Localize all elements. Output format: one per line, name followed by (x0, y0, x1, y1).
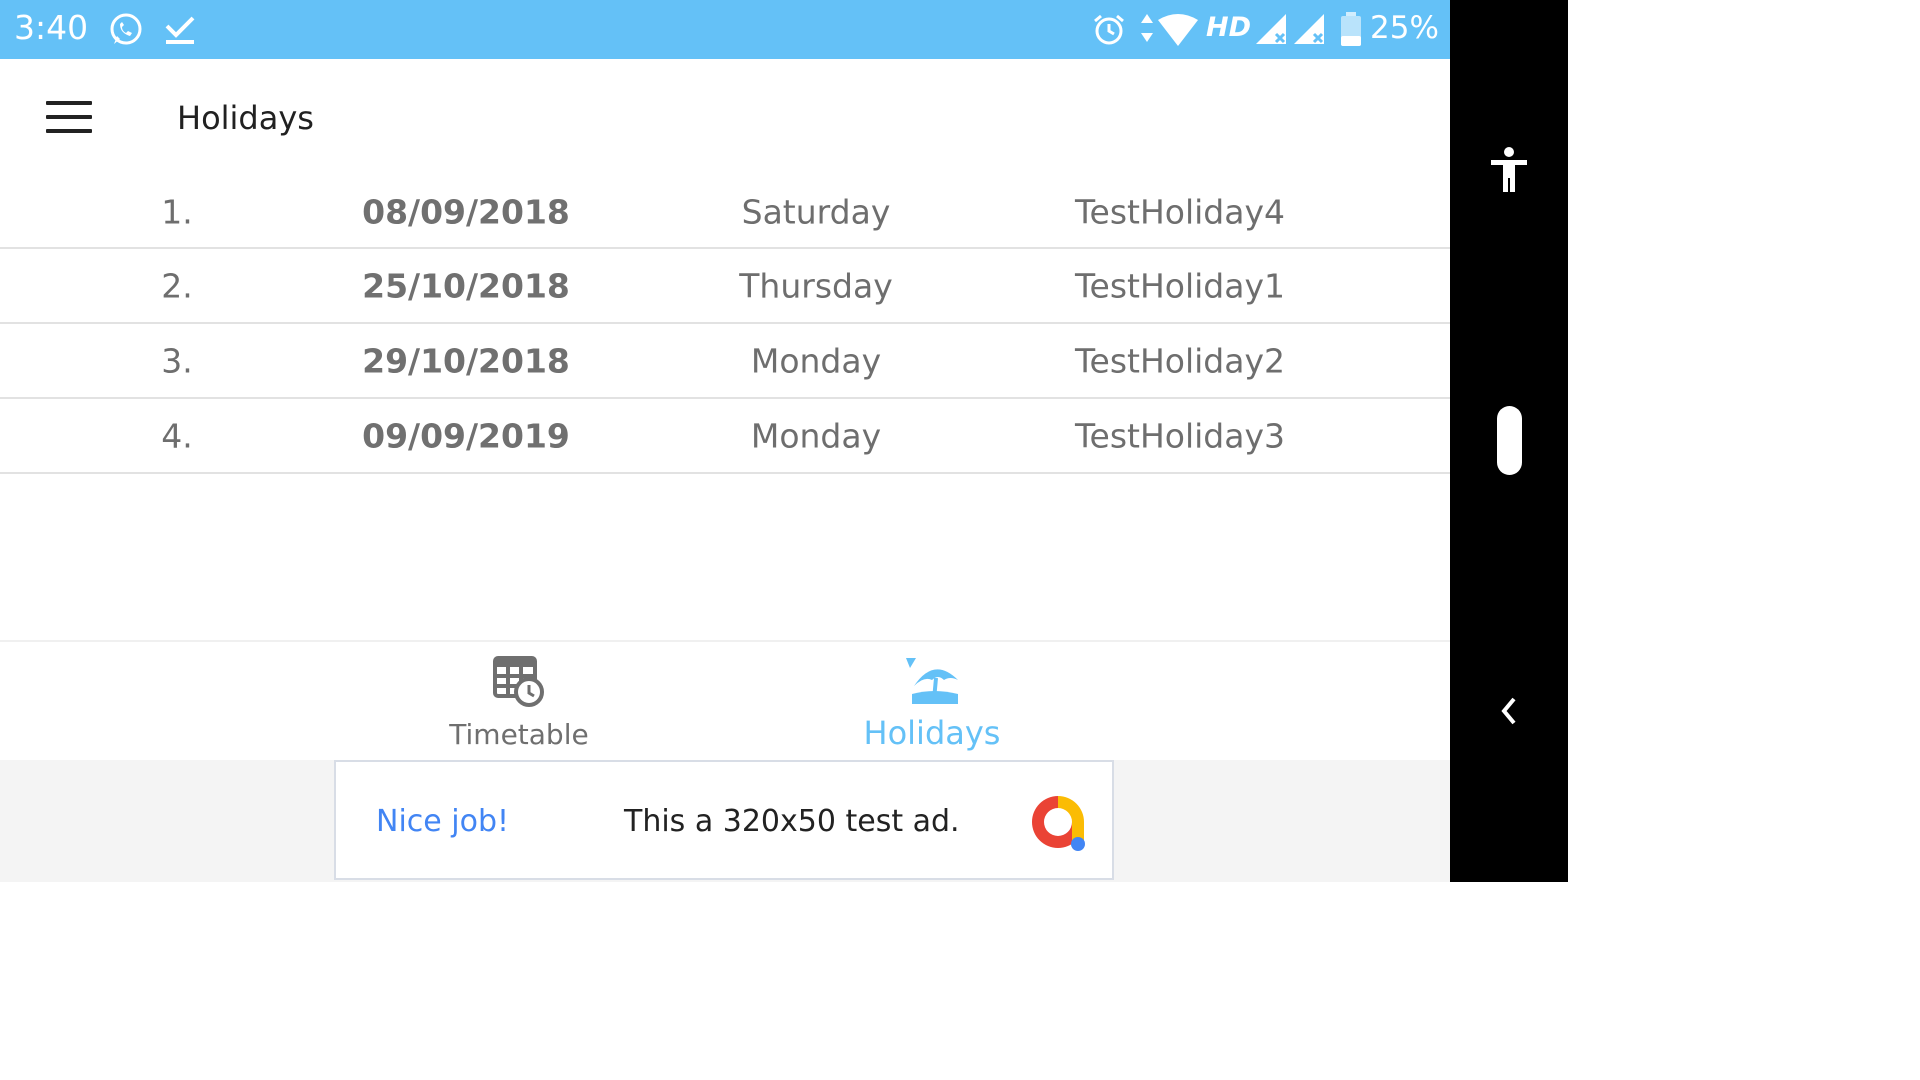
table-row[interactable]: 2. 25/10/2018 Thursday TestHoliday1 (0, 249, 1450, 324)
signal-icon (1256, 14, 1286, 44)
holiday-name: TestHoliday4 (1074, 192, 1286, 232)
data-arrows-icon (1141, 14, 1153, 42)
holiday-day: Saturday (741, 192, 891, 232)
table-row[interactable]: 1. 08/09/2018 Saturday TestHoliday4 (0, 177, 1450, 249)
holidays-table: 1. 08/09/2018 Saturday TestHoliday4 2. 2… (0, 177, 1450, 474)
whatsapp-icon (110, 13, 142, 45)
timetable-icon (493, 656, 544, 707)
accessibility-icon[interactable] (1489, 146, 1529, 194)
row-number: 3. (161, 341, 193, 380)
row-number: 1. (161, 192, 193, 232)
wifi-icon (1158, 14, 1198, 46)
side-handle-pill[interactable] (1497, 406, 1522, 475)
status-bar: 3:40 HD 25% (0, 0, 1450, 59)
hamburger-menu-icon[interactable] (46, 101, 92, 133)
table-row[interactable]: 4. 09/09/2019 Monday TestHoliday3 (0, 399, 1450, 474)
nav-label-timetable: Timetable (449, 718, 589, 751)
alarm-icon (1094, 14, 1124, 45)
table-row[interactable]: 3. 29/10/2018 Monday TestHoliday2 (0, 324, 1450, 399)
bottom-navigation: Timetable Holidays (0, 640, 1450, 762)
ad-text: This a 320x50 test ad. (624, 804, 960, 839)
row-number: 4. (161, 416, 193, 455)
holiday-date: 29/10/2018 (362, 341, 570, 380)
nav-label-holidays: Holidays (863, 714, 1001, 752)
holiday-name: TestHoliday1 (1074, 266, 1286, 305)
nav-item-timetable[interactable]: Timetable (389, 642, 649, 762)
holiday-name: TestHoliday3 (1074, 416, 1286, 455)
holiday-date: 09/09/2019 (362, 416, 570, 455)
test-ad-banner[interactable]: Nice job! This a 320x50 test ad. (334, 760, 1114, 880)
download-done-icon (165, 16, 195, 44)
admob-logo-icon (1032, 796, 1085, 851)
back-chevron-icon[interactable] (1496, 696, 1522, 726)
hd-indicator: HD (1206, 12, 1252, 43)
app-screen: 3:40 HD 25% Holidays 1. 08/09/2018 Satur… (0, 0, 1450, 882)
holiday-date: 25/10/2018 (362, 266, 570, 305)
page-title: Holidays (177, 99, 314, 137)
app-bar: Holidays (0, 59, 1450, 177)
status-time: 3:40 (14, 8, 89, 47)
row-number: 2. (161, 266, 193, 305)
holiday-day: Monday (750, 416, 882, 455)
holiday-day: Monday (750, 341, 882, 380)
battery-icon (1341, 12, 1361, 46)
ad-headline: Nice job! (376, 804, 510, 839)
holiday-day: Thursday (739, 266, 893, 305)
holiday-date: 08/09/2018 (362, 192, 570, 232)
nav-item-holidays[interactable]: Holidays (802, 642, 1062, 762)
battery-percent: 25% (1370, 10, 1439, 46)
holiday-name: TestHoliday2 (1074, 341, 1286, 380)
beach-umbrella-icon (906, 658, 958, 704)
ad-area: Nice job! This a 320x50 test ad. (0, 760, 1450, 882)
signal-icon (1294, 14, 1324, 44)
